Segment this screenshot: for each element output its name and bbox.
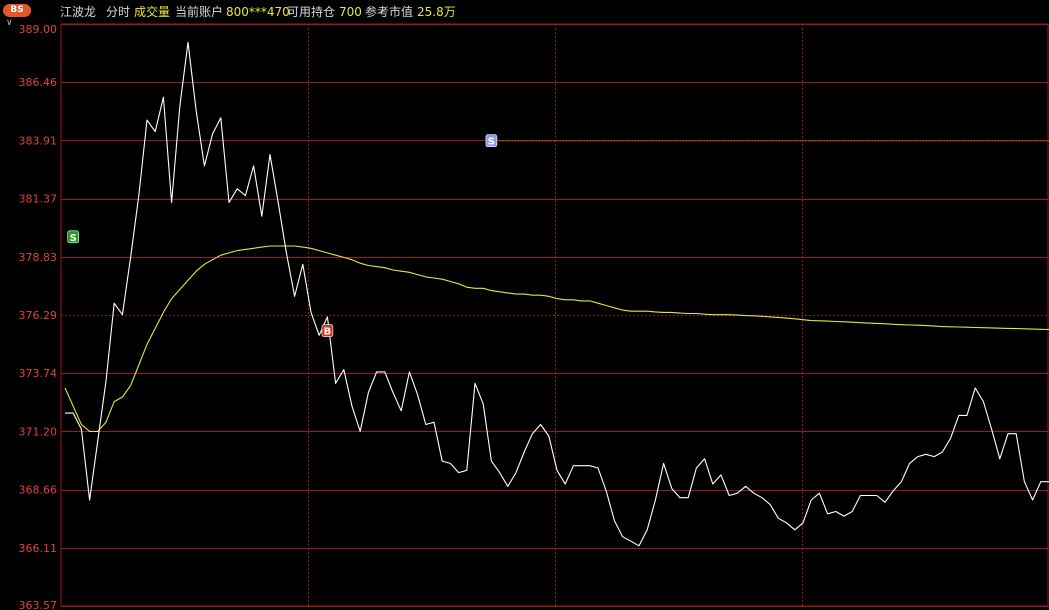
y-tick-label: 371.20 (19, 425, 58, 438)
mode-label[interactable]: 分时 (106, 5, 130, 19)
account-label: 当前账户 (175, 5, 224, 19)
market-value-label: 参考市值 (365, 5, 414, 19)
chart-grid (60, 23, 1049, 607)
y-tick-label: 363.57 (19, 599, 58, 610)
y-tick-label: 378.83 (19, 251, 58, 264)
sell-marker[interactable]: S (67, 230, 79, 244)
price-axis-labels: 389.00 386.46 383.91 381.37 378.83 376.29 373.… (19, 23, 58, 610)
marker-label: S (488, 137, 495, 148)
bs-toggle-badge[interactable]: BS (3, 4, 31, 17)
y-tick-label: 389.00 (19, 23, 58, 36)
chevron-down-icon[interactable]: ∨ (6, 18, 13, 28)
y-tick-label: 381.37 (19, 193, 58, 206)
marker-label: B (324, 327, 332, 338)
y-tick-label: 386.46 (19, 76, 58, 89)
position-label: 可用持仓 (287, 5, 336, 19)
price-line (65, 41, 1049, 547)
chart-area[interactable]: 389.00 386.46 383.91 381.37 378.83 376.29 373.… (0, 0, 1049, 610)
chart-lines (64, 41, 1049, 547)
y-tick-label: 383.91 (19, 134, 58, 147)
marker-label: S (70, 233, 77, 244)
average-price-line (64, 245, 1049, 432)
trade-markers[interactable]: S B S (67, 134, 498, 338)
y-tick-label: 366.11 (19, 542, 58, 555)
chart-header: BS ∨ 江波龙 分时 成交量 当前账户 800***470 可用持仓 700 … (0, 0, 1049, 28)
stock-name: 江波龙 (60, 5, 97, 19)
y-tick-label: 376.29 (19, 309, 58, 322)
sell-marker[interactable]: S (485, 134, 498, 148)
buy-marker[interactable]: B (321, 324, 334, 338)
y-tick-label: 368.66 (19, 484, 58, 497)
market-value: 25.8万 (417, 5, 456, 19)
position-value: 700 (339, 5, 362, 19)
y-tick-label: 373.74 (19, 367, 58, 380)
account-value: 800***470 (226, 5, 290, 19)
volume-toggle[interactable]: 成交量 (134, 5, 170, 19)
